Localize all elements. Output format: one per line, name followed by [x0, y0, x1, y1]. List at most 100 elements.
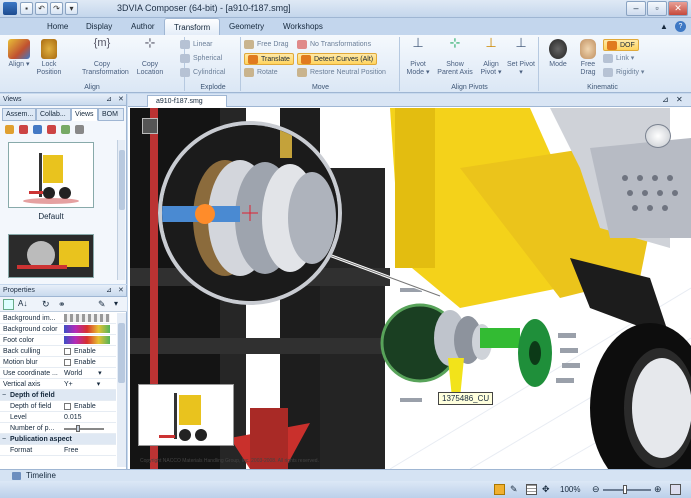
help-icon[interactable]: ?	[675, 21, 686, 32]
quick-access-menu-icon[interactable]: ▾	[65, 2, 78, 15]
delete-view-icon[interactable]	[47, 125, 56, 134]
level-field[interactable]: 0.015	[64, 412, 82, 423]
pen-icon[interactable]: ✎	[510, 484, 518, 495]
linear-explode-button[interactable]: Linear	[180, 39, 212, 51]
grid-icon[interactable]	[526, 484, 537, 495]
zoom-slider-thumb[interactable]	[623, 485, 627, 494]
dof-button[interactable]: DOF	[603, 39, 639, 51]
tab-views[interactable]: Views	[71, 108, 98, 121]
kinematic-free-drag-button[interactable]: Free Drag	[573, 39, 603, 77]
viewport-menu-icon[interactable]	[142, 118, 158, 134]
save-icon[interactable]: ▪	[20, 2, 33, 15]
foot-color-swatch[interactable]	[64, 336, 110, 344]
align-button[interactable]: Align ▾	[4, 39, 34, 69]
slider-thumb[interactable]	[76, 425, 80, 432]
properties-menu-icon[interactable]: ▾	[114, 299, 118, 308]
coordinate-select[interactable]: World ▾	[64, 368, 102, 379]
pin-icon[interactable]: ⊿	[106, 94, 112, 106]
property-row[interactable]: Depth of field Enable	[0, 401, 116, 412]
timeline-icon[interactable]	[12, 472, 21, 480]
format-select[interactable]: Free	[64, 445, 78, 456]
free-drag-button[interactable]: Free Drag	[244, 39, 289, 51]
views-scrollbar[interactable]	[117, 140, 125, 280]
close-button[interactable]: ✕	[668, 1, 688, 16]
zoom-out-button[interactable]: ⊖	[592, 484, 600, 495]
pin-icon[interactable]: ⊿	[106, 285, 112, 297]
property-row[interactable]: Format Free	[0, 445, 116, 456]
pivot-mode-button[interactable]: ⊥ Pivot Mode ▾	[403, 36, 433, 77]
update-view-icon[interactable]	[19, 125, 28, 134]
edit-icon[interactable]: ✎	[98, 299, 106, 310]
property-row[interactable]: Back culling Enable	[0, 346, 116, 357]
properties-scrollbar[interactable]	[117, 313, 126, 467]
property-row[interactable]: Foot color	[0, 335, 116, 346]
timeline-label[interactable]: Timeline	[26, 471, 56, 480]
collapse-icon[interactable]: −	[2, 390, 6, 401]
property-row[interactable]: Motion blur Enable	[0, 357, 116, 368]
number-slider[interactable]	[64, 428, 104, 430]
property-row[interactable]: Vertical axis Y+ ▾	[0, 379, 116, 390]
zoom-slider[interactable]	[603, 489, 651, 491]
property-row[interactable]: Use coordinate ... World ▾	[0, 368, 116, 379]
link-button[interactable]: Link ▾	[603, 53, 634, 65]
property-row[interactable]: Background im...	[0, 313, 116, 324]
property-row[interactable]: Number of p...	[0, 423, 116, 434]
link-icon[interactable]: ⚭	[58, 299, 66, 310]
select-mode-icon[interactable]	[494, 484, 505, 495]
redo-icon[interactable]: ↷	[50, 2, 63, 15]
depth-of-field-checkbox[interactable]: Enable	[64, 401, 96, 412]
align-pivot-button[interactable]: ⊥ Align Pivot ▾	[476, 36, 506, 77]
collapse-icon[interactable]: −	[2, 434, 6, 445]
new-view-icon[interactable]	[5, 125, 14, 134]
property-row[interactable]: Level 0.015	[0, 412, 116, 423]
doc-close-icon[interactable]: ✕	[676, 95, 683, 104]
tab-bom[interactable]: BOM	[98, 108, 124, 121]
doc-pin-icon[interactable]: ⊿	[662, 95, 669, 104]
vertical-axis-select[interactable]: Y+ ▾	[64, 379, 100, 390]
restore-neutral-button[interactable]: Restore Neutral Position	[297, 67, 386, 79]
tab-home[interactable]: Home	[38, 18, 77, 35]
undo-icon[interactable]: ↶	[35, 2, 48, 15]
kinematic-mode-button[interactable]: Mode	[543, 39, 573, 69]
set-pivot-button[interactable]: ⊥ Set Pivot ▾	[506, 36, 536, 77]
play-icon[interactable]	[75, 125, 84, 134]
tab-author[interactable]: Author	[122, 18, 164, 35]
rotate-button[interactable]: Rotate	[244, 67, 278, 79]
pen-icon[interactable]	[61, 125, 70, 134]
rigidity-button[interactable]: Rigidity ▾	[603, 67, 644, 79]
tab-transform[interactable]: Transform	[164, 18, 221, 35]
tab-display[interactable]: Display	[77, 18, 121, 35]
motion-blur-checkbox[interactable]: Enable	[64, 357, 96, 368]
show-parent-axis-button[interactable]: ⊹ Show Parent Axis	[436, 36, 474, 77]
ribbon-minimize-icon[interactable]: ▲	[660, 22, 668, 31]
tab-workshops[interactable]: Workshops	[274, 18, 332, 35]
part-callout-label[interactable]: 1375486_CU	[438, 392, 494, 405]
detect-curves-button[interactable]: Detect Curves (Alt)	[297, 53, 378, 65]
tab-collaboration[interactable]: Collab...	[36, 108, 71, 121]
no-transformations-button[interactable]: No Transformations	[297, 39, 371, 51]
lock-position-button[interactable]: Lock Position	[34, 39, 64, 77]
sort-az-icon[interactable]: A↓	[18, 299, 27, 308]
view-thumbnail-2[interactable]	[8, 234, 94, 278]
back-culling-checkbox[interactable]: Enable	[64, 346, 96, 357]
camera-icon[interactable]	[33, 125, 42, 134]
tab-assembly[interactable]: Assem...	[2, 108, 36, 121]
spherical-explode-button[interactable]: Spherical	[180, 53, 222, 65]
tab-geometry[interactable]: Geometry	[220, 18, 273, 35]
zoom-in-button[interactable]: ⊕	[654, 484, 662, 495]
view-thumbnail-default[interactable]	[8, 142, 94, 208]
refresh-icon[interactable]: ↻	[42, 299, 50, 310]
property-section[interactable]: Depth of field −	[0, 390, 116, 401]
background-color-swatch[interactable]	[64, 325, 110, 333]
translate-button[interactable]: Translate	[244, 53, 294, 65]
copy-transformation-button[interactable]: {m} Copy Transformation	[82, 38, 129, 77]
3d-viewport[interactable]: 1375486_CU Copyright NACCO Materials Han…	[130, 108, 691, 469]
document-tab[interactable]: a910-f187.smg	[147, 95, 227, 107]
fit-view-icon[interactable]	[670, 484, 681, 495]
navigation-cube-icon[interactable]	[645, 124, 671, 148]
categorized-icon[interactable]	[3, 299, 14, 310]
pan-icon[interactable]: ✥	[542, 484, 550, 495]
property-row[interactable]: Background color	[0, 324, 116, 335]
copy-location-button[interactable]: ⊹ Copy Location	[130, 36, 170, 77]
cylindrical-explode-button[interactable]: Cylindrical	[180, 67, 225, 79]
